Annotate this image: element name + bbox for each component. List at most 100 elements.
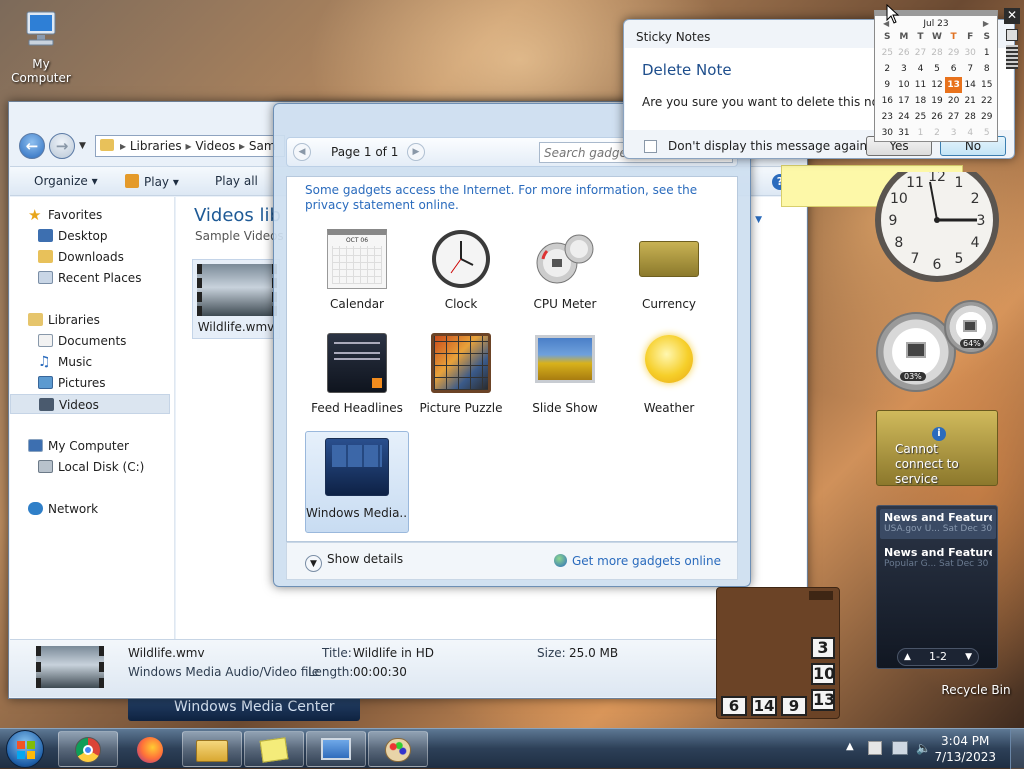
calendar-day[interactable]: 28 bbox=[962, 109, 979, 125]
calendar-day[interactable]: 26 bbox=[896, 45, 913, 61]
calendar-gadget[interactable]: ◀ Jul 23 ▶ SMTWTFS 25 26 27 28 29 30 1 2 3 4 5 6 7 8 9… bbox=[874, 10, 998, 142]
calendar-day[interactable]: 20 bbox=[945, 93, 962, 109]
puzzle-tile[interactable]: 10 bbox=[811, 663, 835, 685]
play-all-button[interactable]: Play all bbox=[215, 174, 258, 188]
taskbar-explorer[interactable] bbox=[182, 731, 242, 767]
calendar-day[interactable]: 10 bbox=[896, 77, 913, 93]
breadcrumb-libraries[interactable]: Libraries bbox=[130, 139, 182, 153]
taskbar-firefox[interactable] bbox=[120, 731, 180, 767]
calendar-day[interactable]: 30 bbox=[879, 125, 896, 141]
calendar-day[interactable]: 3 bbox=[896, 61, 913, 77]
show-hidden-icons-button[interactable]: ▲ bbox=[846, 741, 854, 752]
nav-favorites[interactable]: ★ Favorites bbox=[10, 205, 170, 225]
nav-pictures[interactable]: Pictures bbox=[10, 373, 170, 393]
next-page-button[interactable]: ▶ bbox=[407, 143, 425, 161]
forward-button[interactable]: → bbox=[49, 133, 75, 159]
recent-pages-chevron-icon[interactable]: ▼ bbox=[79, 141, 86, 151]
nav-downloads[interactable]: Downloads bbox=[10, 247, 170, 267]
dont-display-checkbox[interactable] bbox=[644, 140, 657, 153]
gadget-drag-icon[interactable] bbox=[1006, 45, 1018, 69]
calendar-next-icon[interactable]: ▶ bbox=[983, 19, 989, 28]
volume-icon[interactable]: 🔈 bbox=[916, 741, 932, 755]
calendar-day[interactable]: 4 bbox=[962, 125, 979, 141]
nav-network[interactable]: Network bbox=[10, 499, 170, 519]
nav-libraries[interactable]: Libraries bbox=[10, 310, 170, 330]
nav-music[interactable]: ♫ Music bbox=[10, 352, 170, 372]
calendar-day[interactable]: 4 bbox=[912, 61, 929, 77]
calendar-day[interactable]: 2 bbox=[879, 61, 896, 77]
internet-notice[interactable]: Some gadgets access the Internet. For mo… bbox=[305, 183, 715, 213]
gadget-clock[interactable]: Clock bbox=[409, 223, 513, 323]
calendar-day[interactable]: 2 bbox=[929, 125, 946, 141]
gadget-options-icon[interactable] bbox=[1006, 29, 1018, 41]
calendar-day[interactable]: 3 bbox=[945, 125, 962, 141]
calendar-day[interactable]: 27 bbox=[945, 109, 962, 125]
calendar-day[interactable]: 9 bbox=[879, 77, 896, 93]
feed-prev-icon[interactable]: ▲ bbox=[904, 649, 911, 665]
nav-local-disk[interactable]: Local Disk (C:) bbox=[10, 457, 170, 477]
nav-my-computer[interactable]: My Computer bbox=[10, 436, 170, 456]
calendar-day[interactable]: 29 bbox=[945, 45, 962, 61]
get-more-gadgets-link[interactable]: Get more gadgets online bbox=[553, 554, 721, 568]
desktop-icon-recycle-bin[interactable]: Recycle Bin bbox=[936, 683, 1016, 697]
network-icon[interactable] bbox=[892, 741, 908, 755]
calendar-day[interactable]: 1 bbox=[978, 45, 995, 61]
picture-puzzle-gadget[interactable]: 3 10 13 6 14 9 bbox=[716, 587, 840, 719]
breadcrumb-videos[interactable]: Videos bbox=[195, 139, 235, 153]
system-clock[interactable]: 3:04 PM 7/13/2023 bbox=[934, 733, 996, 765]
show-details-button[interactable]: ▼ Show details bbox=[305, 552, 403, 572]
organize-button[interactable]: Organize ▾ bbox=[34, 174, 98, 188]
taskbar-paint[interactable] bbox=[368, 731, 428, 767]
puzzle-tile[interactable]: 14 bbox=[751, 696, 777, 716]
nav-videos[interactable]: Videos bbox=[10, 394, 170, 414]
calendar-day[interactable]: 24 bbox=[896, 109, 913, 125]
calendar-day[interactable]: 13 bbox=[945, 77, 962, 93]
calendar-day[interactable]: 27 bbox=[912, 45, 929, 61]
calendar-day[interactable]: 22 bbox=[978, 93, 995, 109]
file-item-wildlife[interactable]: Wildlife.wmv bbox=[192, 259, 280, 339]
calendar-day[interactable]: 28 bbox=[929, 45, 946, 61]
nav-documents[interactable]: Documents bbox=[10, 331, 170, 351]
gadget-windows-media-center[interactable]: Windows Media... bbox=[305, 431, 409, 533]
calendar-day[interactable]: 7 bbox=[962, 61, 979, 77]
calendar-day[interactable]: 5 bbox=[929, 61, 946, 77]
calendar-day[interactable]: 26 bbox=[929, 109, 946, 125]
calendar-day[interactable]: 29 bbox=[978, 109, 995, 125]
close-gadget-button[interactable]: ✕ bbox=[1004, 8, 1020, 24]
calendar-day[interactable]: 31 bbox=[896, 125, 913, 141]
calendar-day[interactable]: 12 bbox=[929, 77, 946, 93]
taskbar-chrome[interactable] bbox=[58, 731, 118, 767]
puzzle-controls[interactable] bbox=[809, 591, 833, 600]
gadget-cpu-meter[interactable]: CPU Meter bbox=[513, 223, 617, 323]
puzzle-tile[interactable]: 6 bbox=[721, 696, 747, 716]
gadget-slide-show[interactable]: Slide Show bbox=[513, 327, 617, 427]
calendar-day[interactable]: 1 bbox=[912, 125, 929, 141]
nav-desktop[interactable]: Desktop bbox=[10, 226, 170, 246]
clock-gadget[interactable]: 12 1234567891011 bbox=[874, 172, 1000, 282]
gadget-currency[interactable]: Currency bbox=[617, 223, 721, 323]
puzzle-tile[interactable]: 9 bbox=[781, 696, 807, 716]
calendar-day[interactable]: 21 bbox=[962, 93, 979, 109]
nav-recent-places[interactable]: Recent Places bbox=[10, 268, 170, 288]
start-button[interactable] bbox=[6, 730, 44, 768]
calendar-day[interactable]: 25 bbox=[879, 45, 896, 61]
calendar-day[interactable]: 6 bbox=[945, 61, 962, 77]
calendar-day[interactable]: 19 bbox=[929, 93, 946, 109]
calendar-day[interactable]: 23 bbox=[879, 109, 896, 125]
currency-gadget[interactable]: i Cannot connect to service bbox=[876, 410, 998, 486]
back-button[interactable]: ← bbox=[19, 133, 45, 159]
address-bar[interactable]: ▸ Libraries ▸ Videos ▸ Sam bbox=[95, 135, 285, 157]
calendar-day[interactable]: 11 bbox=[912, 77, 929, 93]
gadget-calendar[interactable]: OCT 06 Calendar bbox=[305, 223, 409, 323]
calendar-day[interactable]: 16 bbox=[879, 93, 896, 109]
arrange-chevron-icon[interactable]: ▼ bbox=[755, 215, 762, 225]
calendar-day[interactable]: 25 bbox=[912, 109, 929, 125]
gadget-picture-puzzle[interactable]: Picture Puzzle bbox=[409, 327, 513, 427]
prev-page-button[interactable]: ◀ bbox=[293, 143, 311, 161]
puzzle-tile[interactable]: 13 bbox=[811, 689, 835, 711]
calendar-day[interactable]: 30 bbox=[962, 45, 979, 61]
calendar-day[interactable]: 5 bbox=[978, 125, 995, 141]
cpu-meter-gadget[interactable]: 03% 64% bbox=[874, 298, 1000, 394]
taskbar-sticky-notes[interactable] bbox=[244, 731, 304, 767]
details-title-value[interactable]: Wildlife in HD bbox=[353, 646, 434, 660]
